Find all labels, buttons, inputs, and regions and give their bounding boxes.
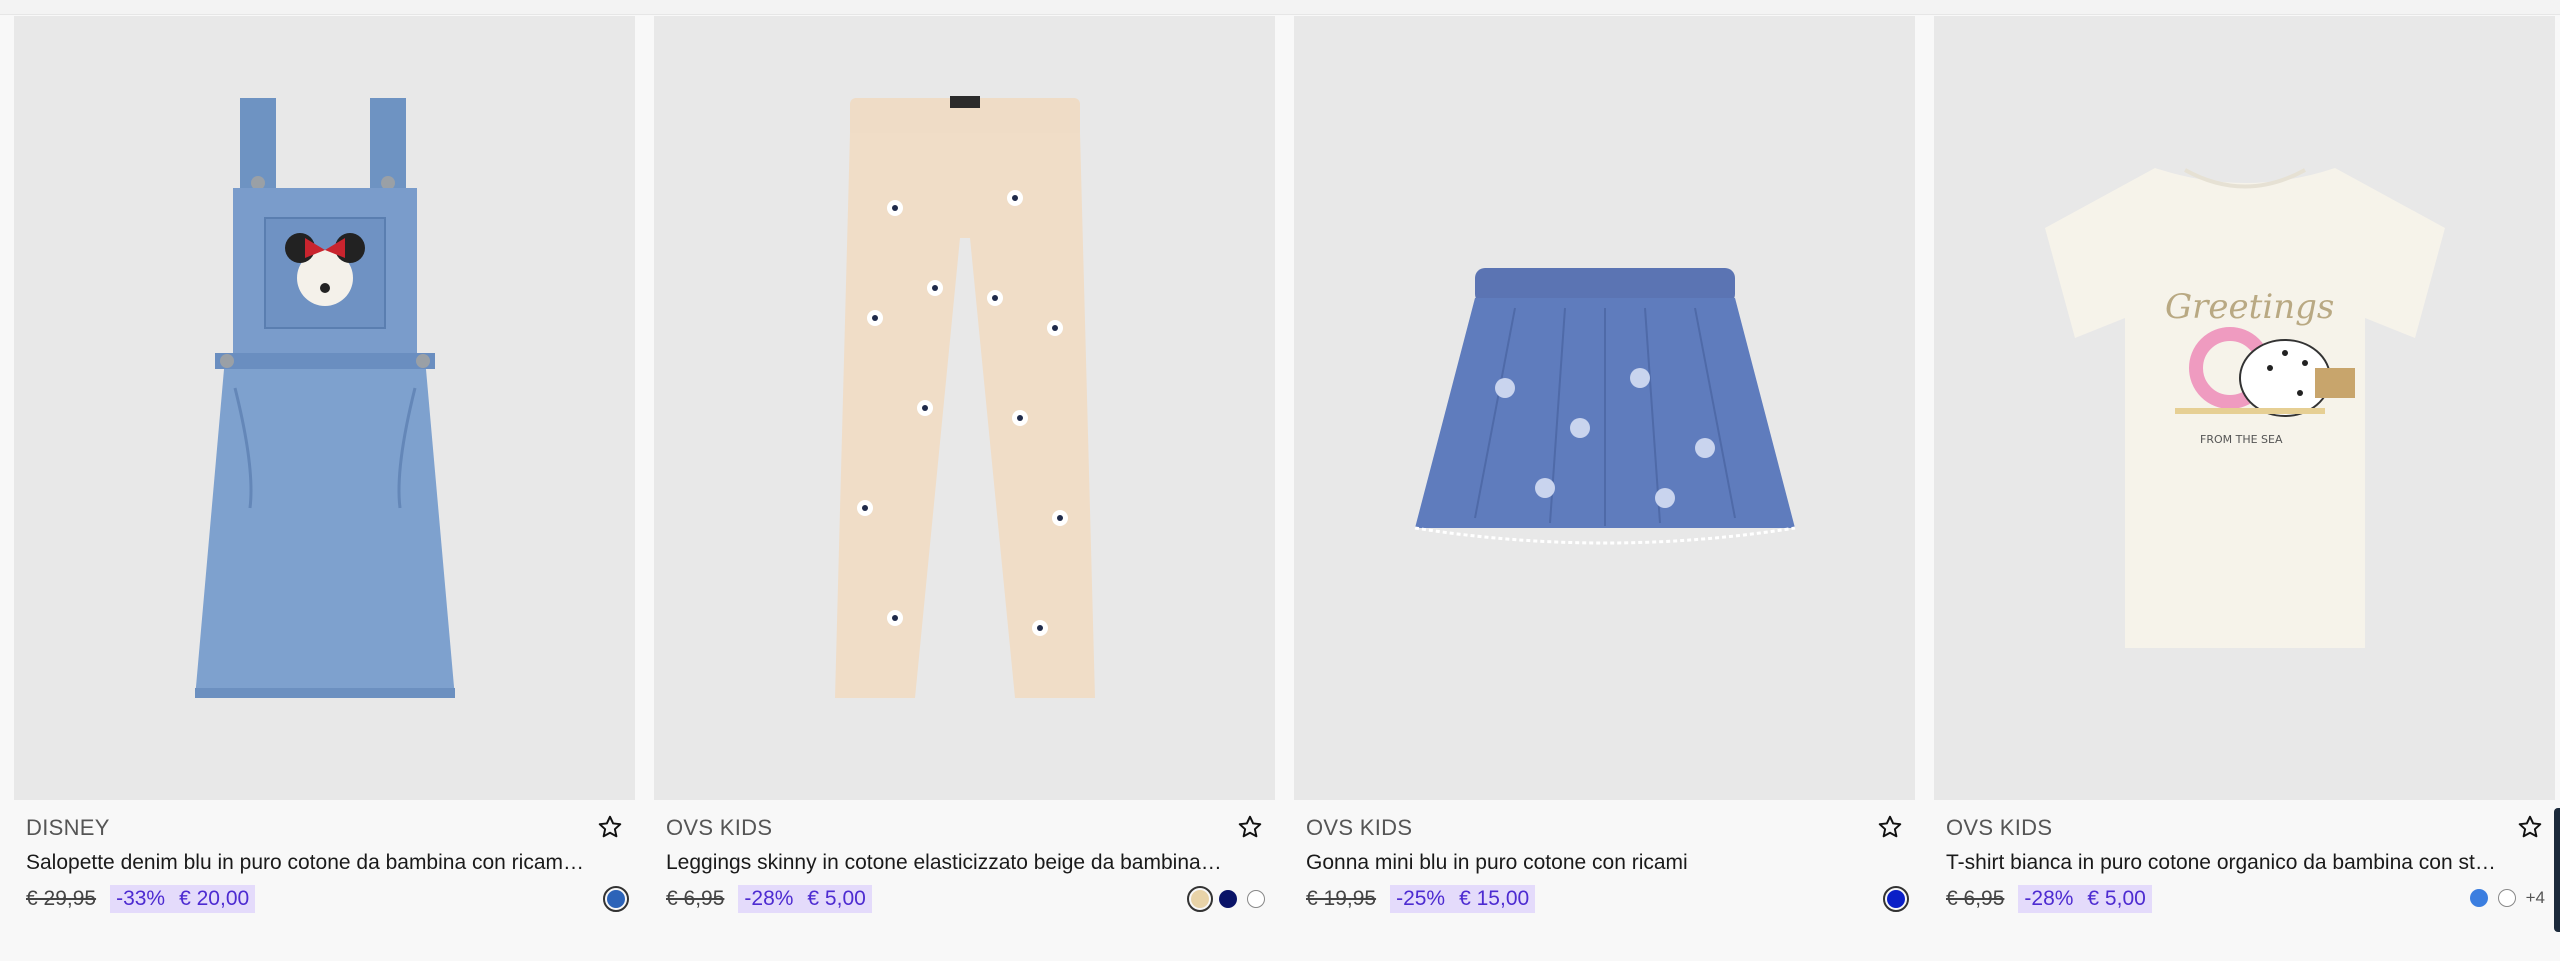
old-price: € 29,95 [26, 887, 97, 910]
sale-price: € 15,00 [1459, 887, 1530, 910]
svg-text:FROM THE SEA: FROM THE SEA [2200, 433, 2283, 446]
favorite-star-icon[interactable] [1235, 812, 1265, 842]
product-card[interactable]: OVS KIDS Leggings skinny in cotone elast… [654, 16, 1275, 914]
discount-percent: -25% [1396, 887, 1446, 910]
product-title[interactable]: Leggings skinny in cotone elasticizzato … [666, 848, 1226, 878]
price-row: € 19,95 -25% € 15,00 [1306, 884, 1903, 914]
promo-price-badge: -28% € 5,00 [2018, 885, 2152, 913]
svg-text:Greetings: Greetings [2165, 287, 2334, 327]
old-price: € 6,95 [1946, 887, 2005, 910]
color-swatch[interactable] [2497, 889, 2516, 907]
scrollbar-handle[interactable] [2554, 808, 2560, 932]
product-brand: OVS KIDS [1306, 815, 1413, 840]
color-swatches [1187, 886, 1265, 912]
old-price: € 6,95 [666, 887, 725, 910]
product-grid: DISNEY Salopette denim blu in puro coton… [14, 16, 2555, 914]
product-brand: DISNEY [26, 815, 110, 840]
color-swatches [1883, 886, 1909, 912]
promo-price-badge: -33% € 20,00 [110, 885, 256, 913]
product-title[interactable]: Salopette denim blu in puro cotone da ba… [26, 848, 586, 878]
color-swatch[interactable] [1883, 886, 1909, 912]
color-swatch[interactable] [2469, 889, 2488, 907]
denim-dungaree-dress-image[interactable] [14, 16, 635, 800]
price-row: € 6,95 -28% € 5,00 [1946, 884, 2543, 914]
favorite-star-icon[interactable] [1875, 812, 1905, 842]
color-swatch[interactable] [603, 886, 629, 912]
sale-price: € 5,00 [807, 887, 866, 910]
promo-price-badge: -28% € 5,00 [738, 885, 872, 913]
product-title[interactable]: Gonna mini blu in puro cotone con ricami [1306, 848, 1866, 878]
color-swatch[interactable] [1247, 890, 1265, 908]
favorite-star-icon[interactable] [595, 812, 625, 842]
discount-percent: -28% [2024, 887, 2074, 910]
top-header-strip [0, 0, 2560, 15]
product-card[interactable]: DISNEY Salopette denim blu in puro coton… [14, 16, 635, 914]
product-card[interactable]: OVS KIDS Gonna mini blu in puro cotone c… [1294, 16, 1915, 914]
sale-price: € 20,00 [179, 887, 250, 910]
old-price: € 19,95 [1306, 887, 1377, 910]
product-brand: OVS KIDS [1946, 815, 2053, 840]
color-swatch[interactable] [1187, 886, 1213, 912]
discount-percent: -33% [116, 887, 166, 910]
color-swatches [603, 886, 629, 912]
color-swatch[interactable] [1219, 890, 1237, 908]
color-swatches: +4 [2469, 888, 2545, 908]
floral-leggings-image[interactable] [654, 16, 1275, 800]
price-row: € 29,95 -33% € 20,00 [26, 884, 623, 914]
blue-mini-skirt-image[interactable] [1294, 16, 1915, 800]
printed-tshirt-image[interactable]: Greetings FROM THE SEA [1934, 16, 2555, 800]
discount-percent: -28% [744, 887, 794, 910]
sale-price: € 5,00 [2087, 887, 2146, 910]
product-card[interactable]: Greetings FROM THE SEA OVS KIDS T-shirt … [1934, 16, 2555, 914]
price-row: € 6,95 -28% € 5,00 [666, 884, 1263, 914]
promo-price-badge: -25% € 15,00 [1390, 885, 1536, 913]
favorite-star-icon[interactable] [2515, 812, 2545, 842]
product-title[interactable]: T-shirt bianca in puro cotone organico d… [1946, 848, 2506, 878]
product-brand: OVS KIDS [666, 815, 773, 840]
more-colors-count[interactable]: +4 [2526, 888, 2545, 908]
